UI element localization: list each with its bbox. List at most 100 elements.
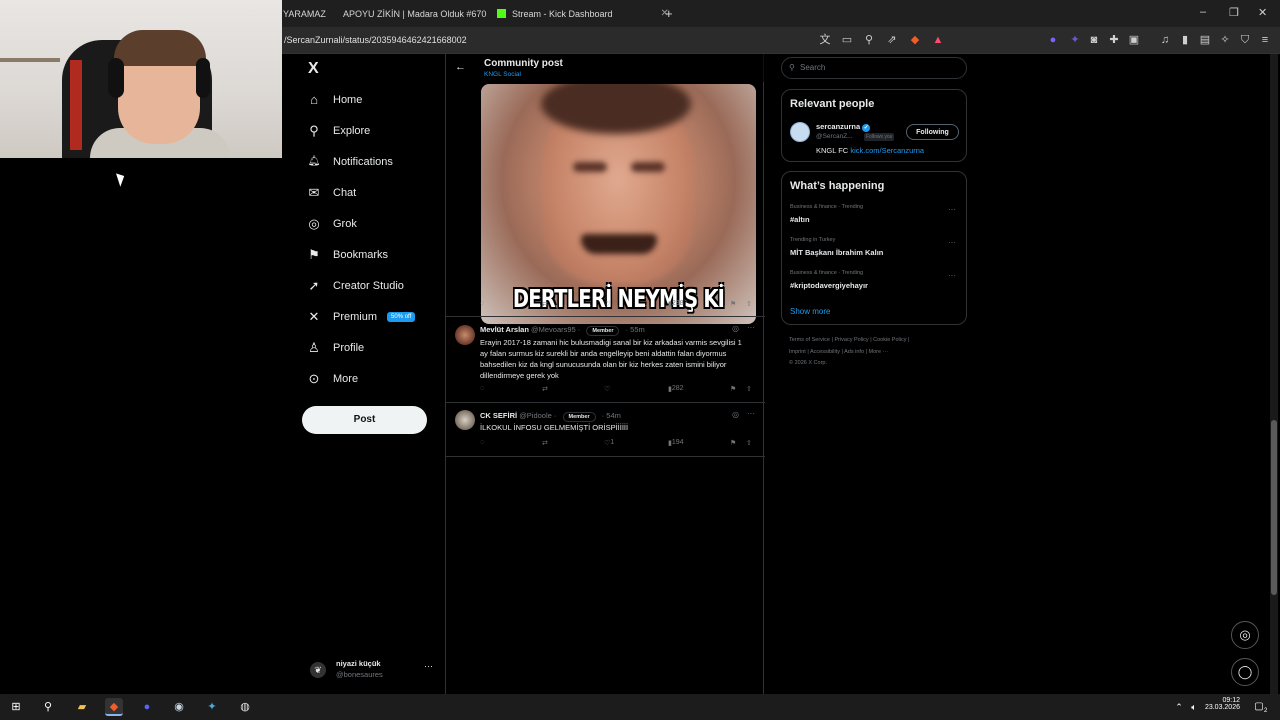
x-logo-icon[interactable]: X	[308, 60, 319, 78]
share-icon[interactable]: ⇧	[746, 439, 752, 447]
reply-post[interactable]: Mevlüt Arslan @Mevoars95 · Member · 55m …	[446, 316, 765, 403]
post-image[interactable]: DERTLERİ NEYMİŞ Kİ	[481, 84, 756, 324]
community-link[interactable]: KNGL Social	[484, 71, 521, 78]
file-explorer-icon[interactable]: ▰	[73, 698, 91, 716]
avatar[interactable]	[455, 410, 475, 430]
repost-icon[interactable]: ⇄	[542, 385, 548, 393]
back-arrow-icon[interactable]: ←	[455, 61, 466, 73]
like-icon[interactable]: ♡	[604, 385, 610, 393]
nav-explore[interactable]: ⚲ Explore	[306, 119, 370, 143]
avatar[interactable]	[790, 122, 810, 142]
nav-notifications[interactable]: 🔔︎ Notifications	[306, 150, 393, 174]
nav-more[interactable]: ⊙ More	[306, 367, 359, 391]
brave-browser-icon[interactable]: ◆	[105, 698, 123, 716]
account-switcher[interactable]: ❦ niyazi küçük @bonesaures ···	[306, 656, 436, 684]
scrollbar[interactable]	[1270, 54, 1278, 694]
views-icon[interactable]: ▮ 194	[668, 439, 684, 447]
cast-icon[interactable]: ▭	[840, 33, 854, 47]
nav-chat[interactable]: ✉ Chat	[306, 181, 357, 205]
chat-fab-icon[interactable]: ◯	[1231, 658, 1259, 686]
bookmark-icon[interactable]: ⚑	[730, 300, 736, 308]
new-tab-button[interactable]: +	[665, 0, 677, 27]
bookmark-icon[interactable]: ⚑	[730, 439, 736, 447]
scrollbar-thumb[interactable]	[1271, 420, 1277, 595]
nav-profile[interactable]: ♙ Profile	[306, 336, 364, 360]
media-icon[interactable]: ♫	[1158, 33, 1172, 47]
restore-button[interactable]: ❐	[1229, 6, 1239, 19]
steam-icon[interactable]: ◉	[170, 698, 188, 716]
bio-link[interactable]: kick.com/Sercanzurna	[850, 146, 924, 155]
profile-name[interactable]: sercanzurna ✓	[816, 122, 871, 132]
minimize-button[interactable]: –	[1200, 6, 1206, 18]
share-icon[interactable]: ⇧	[746, 300, 752, 308]
share-icon[interactable]: ⇧	[746, 385, 752, 393]
reply-icon[interactable]: ◌	[480, 385, 484, 392]
extension-icon[interactable]: ◙	[1087, 33, 1101, 47]
timestamp[interactable]: · 55m	[626, 325, 645, 334]
discord-icon[interactable]: ●	[138, 698, 156, 716]
more-icon[interactable]: ···	[948, 238, 956, 247]
windows-start-icon[interactable]: ⊞	[7, 698, 25, 716]
brave-shields-icon[interactable]: ◆	[908, 33, 922, 47]
vpn-icon[interactable]: ⛉	[1238, 33, 1252, 47]
app-icon[interactable]: ✦	[203, 698, 221, 716]
more-icon[interactable]: ···	[747, 323, 755, 332]
close-window-button[interactable]: ✕	[1258, 6, 1267, 19]
avatar[interactable]	[455, 325, 475, 345]
browser-tab[interactable]: YARAMAZ	[283, 0, 335, 27]
footer-links[interactable]: Imprint | Accessibility | Ads info | Mor…	[789, 349, 888, 355]
show-more-link[interactable]: Show more	[790, 307, 830, 316]
browser-tab[interactable]: Stream - Kick Dashboard ✕	[497, 0, 677, 27]
reply-icon[interactable]: ◌	[480, 439, 484, 446]
timestamp[interactable]: · 54m	[602, 411, 621, 420]
grok-icon[interactable]: ◎	[732, 324, 739, 333]
sidebar-icon[interactable]: ▮	[1178, 33, 1192, 47]
nav-premium[interactable]: ✕ Premium 50% off	[306, 305, 416, 329]
taskbar-clock[interactable]: 09:12 23.03.2026	[1204, 697, 1240, 711]
like-icon[interactable]: ♡	[604, 300, 610, 308]
leo-ai-icon[interactable]: ✧	[1218, 33, 1232, 47]
views-icon[interactable]: ▮ 238	[668, 300, 684, 308]
like-icon[interactable]: ♡ 1	[604, 439, 614, 447]
grok-fab-icon[interactable]: ◎	[1231, 621, 1259, 649]
trend-item[interactable]: #kriptodavergiyehayır	[790, 281, 868, 290]
nav-bookmarks[interactable]: ⚑ Bookmarks	[306, 243, 388, 267]
repost-icon[interactable]: ⇄	[542, 300, 548, 308]
wallet-icon[interactable]: ▤	[1198, 33, 1212, 47]
extension-icon[interactable]: ●	[1046, 33, 1060, 47]
extensions-puzzle-icon[interactable]: ✚	[1107, 33, 1121, 47]
more-icon[interactable]: ···	[948, 271, 956, 280]
views-icon[interactable]: ▮ 282	[668, 385, 684, 393]
extension-icon[interactable]: ✦	[1068, 33, 1082, 47]
search-icon[interactable]: ⚲	[39, 698, 57, 716]
reply-post[interactable]: CK SEFİRİ @Pidoole · Member · 54m ◎ ··· …	[446, 402, 765, 456]
author-name[interactable]: CK SEFİRİ	[480, 411, 517, 420]
trend-item[interactable]: #altın	[790, 215, 810, 224]
menu-icon[interactable]: ≡	[1258, 33, 1272, 47]
more-icon[interactable]: ···	[948, 205, 956, 214]
author-name[interactable]: Mevlüt Arslan	[480, 325, 529, 334]
browser-tab[interactable]: APOYU ZİKİN | Madara Olduk #670 -	[338, 0, 488, 27]
following-button[interactable]: Following	[906, 124, 959, 140]
url-field[interactable]: /SercanZurnali/status/203594646242166800…	[284, 35, 467, 45]
screenshot-icon[interactable]: ▣	[1127, 33, 1141, 47]
bookmark-icon[interactable]: ⚑	[730, 385, 736, 393]
nav-home[interactable]: ⌂ Home	[306, 88, 362, 112]
more-icon[interactable]: ···	[424, 661, 433, 671]
trend-item[interactable]: MİT Başkanı İbrahim Kalın	[790, 248, 883, 257]
nav-creator-studio[interactable]: ➚ Creator Studio	[306, 274, 404, 298]
reply-icon[interactable]: ◌	[480, 300, 484, 307]
nav-grok[interactable]: ◎ Grok	[306, 212, 357, 236]
brave-rewards-icon[interactable]: ▲	[931, 33, 945, 47]
volume-icon[interactable]: 🔈︎	[1185, 698, 1203, 716]
share-icon[interactable]: ⇗	[885, 33, 899, 47]
repost-icon[interactable]: ⇄	[542, 439, 548, 447]
grok-icon[interactable]: ◎	[732, 410, 739, 419]
post-button[interactable]: Post	[302, 406, 427, 434]
more-icon[interactable]: ···	[747, 409, 755, 418]
zoom-icon[interactable]: ⚲	[862, 33, 876, 47]
obs-icon[interactable]: ◍	[236, 698, 254, 716]
search-input[interactable]: ⚲ Search	[781, 57, 967, 79]
translate-icon[interactable]: 文	[818, 33, 832, 47]
footer-links[interactable]: Terms of Service | Privacy Policy | Cook…	[789, 337, 909, 343]
